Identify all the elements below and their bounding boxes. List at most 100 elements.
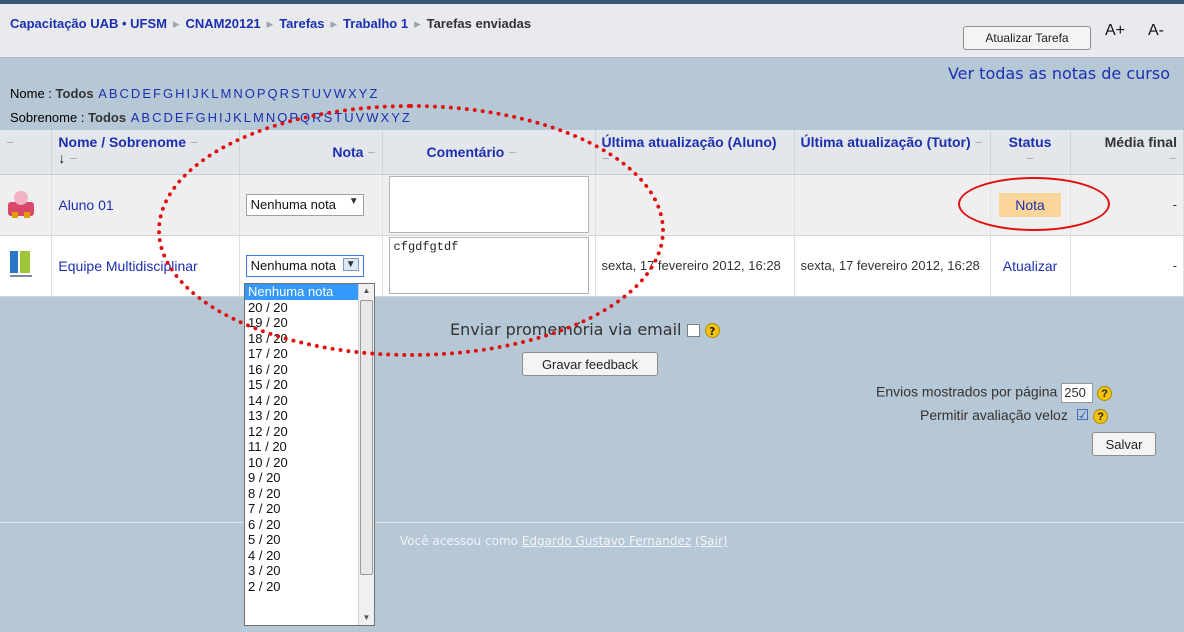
grade-option[interactable]: 6 / 20 <box>245 517 374 533</box>
filter-letter-z[interactable]: Z <box>369 86 377 101</box>
scroll-down-icon[interactable]: ▼ <box>359 611 374 625</box>
filter-letter-a[interactable]: A <box>131 110 140 125</box>
filter-letter-o[interactable]: O <box>245 86 255 101</box>
grade-option[interactable]: 2 / 20 <box>245 579 374 595</box>
filter-letter-d[interactable]: D <box>163 110 172 125</box>
header-final-average-label: Média final <box>1104 134 1177 150</box>
filter-letter-k[interactable]: K <box>201 86 210 101</box>
filter-letter-i[interactable]: I <box>219 110 223 125</box>
avatar-cell <box>0 235 53 297</box>
header-last-update-tutor[interactable]: Última atualização (Tutor) − <box>794 130 991 175</box>
grade-option[interactable]: 14 / 20 <box>245 393 374 409</box>
breadcrumb-separator: ▸ <box>330 16 338 31</box>
help-icon[interactable]: ? <box>1093 408 1109 424</box>
help-icon[interactable]: ? <box>704 323 720 338</box>
view-all-grades-link[interactable]: Ver todas as notas de curso <box>948 64 1170 83</box>
annotation-status-ellipse <box>958 177 1110 231</box>
filter-letter-c[interactable]: C <box>120 86 129 101</box>
per-page-input[interactable]: 250 <box>1061 383 1094 403</box>
font-increase-button[interactable]: A+ <box>1105 22 1125 40</box>
filter-letter-d[interactable]: D <box>131 86 140 101</box>
grade-option[interactable]: 5 / 20 <box>245 532 374 548</box>
filter-letter-m[interactable]: M <box>220 86 231 101</box>
first-name-filter-all[interactable]: Todos <box>56 86 94 101</box>
help-icon[interactable]: ? <box>1097 385 1113 401</box>
filter-letter-b[interactable]: B <box>109 86 118 101</box>
filter-letter-u[interactable]: U <box>312 86 321 101</box>
header-last-update-student-label[interactable]: Última atualização (Aluno) <box>602 134 777 150</box>
filter-letter-v[interactable]: V <box>323 86 332 101</box>
filter-letter-a[interactable]: A <box>98 86 107 101</box>
last-name-filter-all[interactable]: Todos <box>88 110 126 125</box>
filter-letter-m[interactable]: M <box>253 110 264 125</box>
filter-letter-c[interactable]: C <box>152 110 161 125</box>
footer-logout-link[interactable]: (Sair) <box>695 534 728 548</box>
top-border <box>0 0 1184 4</box>
filter-letter-t[interactable]: T <box>302 86 310 101</box>
breadcrumb-assignment[interactable]: Trabalho 1 <box>343 16 408 31</box>
filter-letter-s[interactable]: S <box>291 86 300 101</box>
breadcrumb-tasks[interactable]: Tarefas <box>279 16 324 31</box>
last-update-tutor-cell: sexta, 17 fevereiro 2012, 16:28 <box>794 235 991 297</box>
save-feedback-button[interactable]: Gravar feedback <box>522 352 658 376</box>
filter-letter-j[interactable]: J <box>225 110 232 125</box>
update-task-button[interactable]: Atualizar Tarefa <box>963 26 1091 50</box>
update-status-link[interactable]: Atualizar <box>1003 258 1057 274</box>
grade-option[interactable]: 16 / 20 <box>245 362 374 378</box>
first-name-filter: Nome : Todos ABCDEFGHIJKLMNOPQRSTUVWXYZ <box>0 86 378 101</box>
breadcrumb-separator: ▸ <box>414 16 421 31</box>
save-button[interactable]: Salvar <box>1092 432 1156 456</box>
grade-option[interactable]: 8 / 20 <box>245 486 374 502</box>
grade-option[interactable]: 7 / 20 <box>245 501 374 517</box>
email-reminder-checkbox[interactable] <box>686 324 700 337</box>
grade-option[interactable]: 3 / 20 <box>245 563 374 579</box>
filter-letter-r[interactable]: R <box>280 86 289 101</box>
grade-option[interactable]: 9 / 20 <box>245 470 374 486</box>
breadcrumb-current: Tarefas enviadas <box>426 16 532 31</box>
filter-letter-e[interactable]: E <box>175 110 184 125</box>
footer-user-link[interactable]: Edgardo Gustavo Fernandez <box>522 534 691 548</box>
filter-letter-k[interactable]: K <box>233 110 242 125</box>
footer: Você acessou como Edgardo Gustavo Fernan… <box>400 534 728 548</box>
grade-option[interactable]: 12 / 20 <box>245 424 374 440</box>
filter-letter-l[interactable]: L <box>244 110 251 125</box>
header-status-label[interactable]: Status <box>1009 134 1052 150</box>
grade-option[interactable]: 4 / 20 <box>245 548 374 564</box>
student-name-link[interactable]: Aluno 01 <box>58 197 113 213</box>
filter-letter-n[interactable]: N <box>233 86 242 101</box>
breadcrumb-course[interactable]: Capacitação UAB • UFSM <box>10 16 167 31</box>
avatar <box>10 251 32 277</box>
filter-letter-h[interactable]: H <box>175 86 184 101</box>
filter-letter-f[interactable]: F <box>153 86 161 101</box>
quick-grading-checkbox[interactable]: ☑ <box>1076 407 1089 424</box>
filter-letter-e[interactable]: E <box>142 86 151 101</box>
filter-letter-l[interactable]: L <box>211 86 218 101</box>
grade-option[interactable]: 11 / 20 <box>245 439 374 455</box>
header-picture: − <box>0 130 53 175</box>
filter-letter-g[interactable]: G <box>195 110 205 125</box>
header-name-label[interactable]: Nome / Sobrenome <box>58 134 186 150</box>
filter-letter-f[interactable]: F <box>186 110 194 125</box>
filter-letter-g[interactable]: G <box>163 86 173 101</box>
grade-option[interactable]: 10 / 20 <box>245 455 374 471</box>
header-last-update-tutor-label[interactable]: Última atualização (Tutor) <box>801 134 971 150</box>
filter-letter-q[interactable]: Q <box>268 86 278 101</box>
filter-letter-y[interactable]: Y <box>359 86 368 101</box>
filter-letter-x[interactable]: X <box>348 86 357 101</box>
header-final-average: Média final − <box>1070 130 1184 175</box>
filter-letter-p[interactable]: P <box>257 86 266 101</box>
filter-letter-h[interactable]: H <box>208 110 217 125</box>
filter-letter-b[interactable]: B <box>141 110 150 125</box>
quick-grading-label: Permitir avaliação veloz <box>920 407 1068 423</box>
breadcrumb-separator: ▸ <box>266 16 274 31</box>
filter-letter-i[interactable]: I <box>186 86 190 101</box>
filter-letter-w[interactable]: W <box>334 86 346 101</box>
grade-option[interactable]: 15 / 20 <box>245 377 374 393</box>
breadcrumb-class[interactable]: CNAM20121 <box>186 16 261 31</box>
grade-option[interactable]: 13 / 20 <box>245 408 374 424</box>
filter-letter-j[interactable]: J <box>192 86 199 101</box>
font-decrease-button[interactable]: A- <box>1148 22 1164 40</box>
header-status[interactable]: Status − <box>990 130 1071 175</box>
collapse-icon[interactable]: − <box>6 134 14 150</box>
breadcrumb-separator: ▸ <box>172 16 180 31</box>
